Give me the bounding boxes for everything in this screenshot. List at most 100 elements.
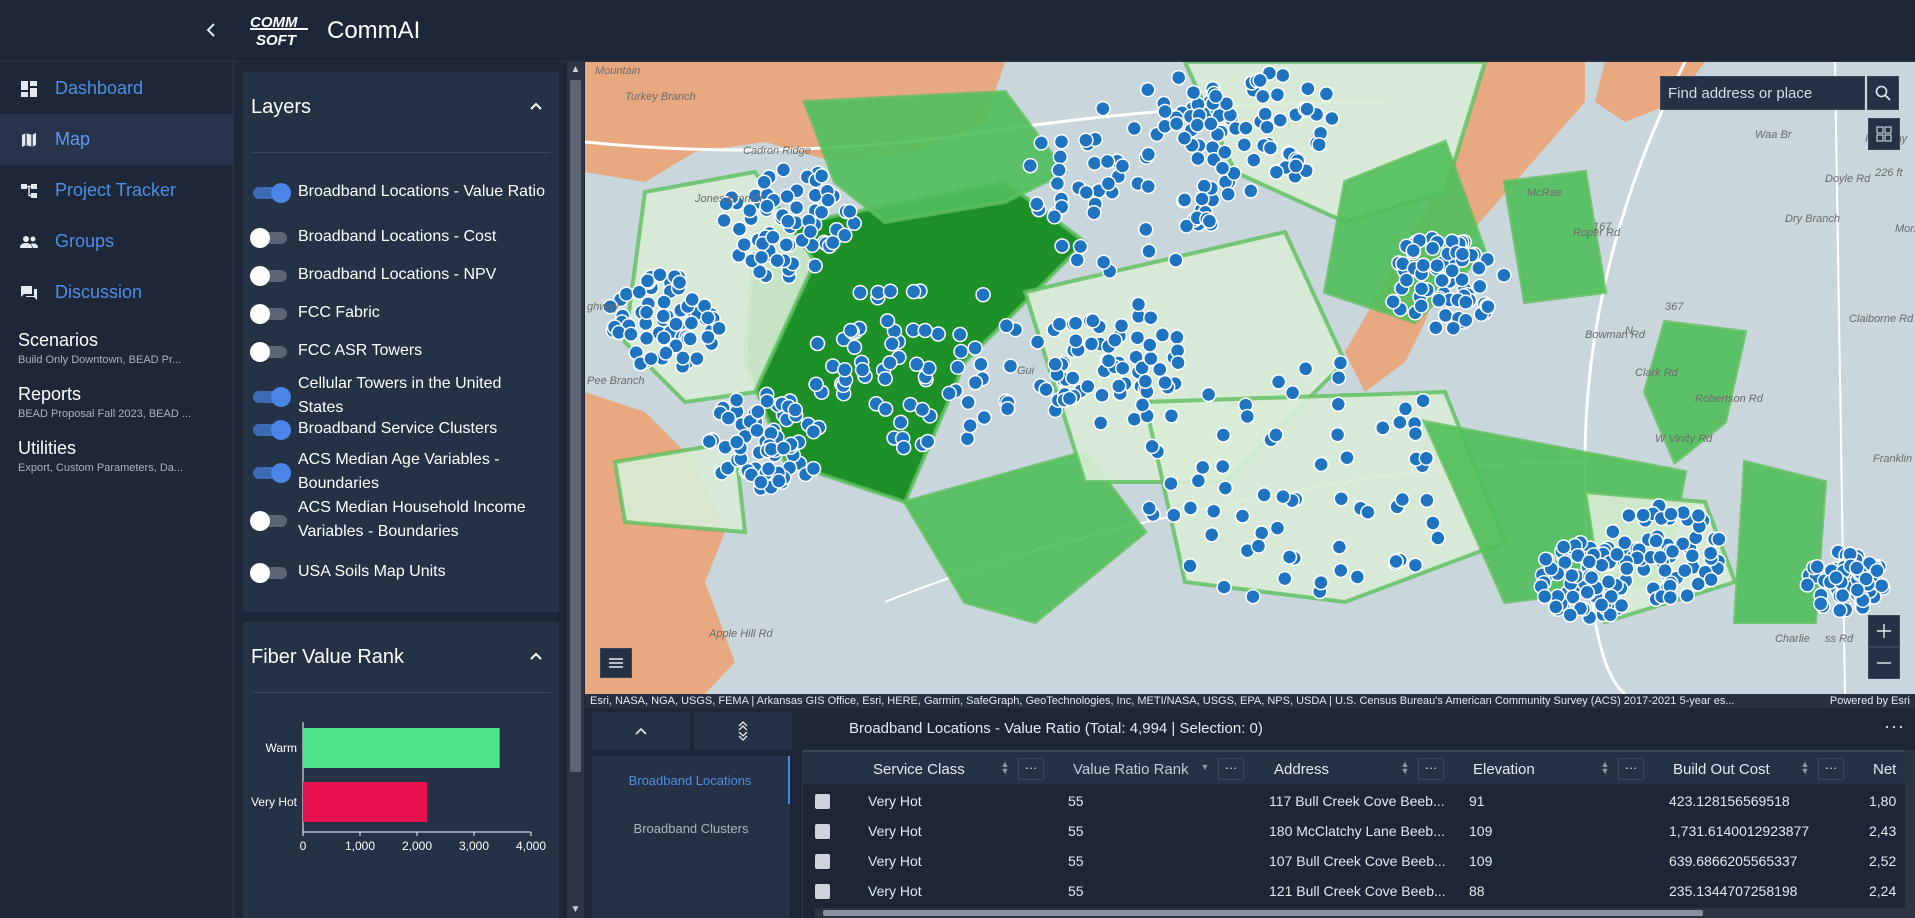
broadband-location-point[interactable]	[1163, 408, 1180, 424]
broadband-location-point[interactable]	[941, 385, 957, 402]
broadband-location-point[interactable]	[1281, 549, 1298, 565]
broadband-location-point[interactable]	[1392, 414, 1408, 431]
layer-toggle[interactable]	[251, 183, 291, 203]
broadband-location-point[interactable]	[1168, 252, 1184, 268]
broadband-location-point[interactable]	[1262, 140, 1279, 156]
zoom-in-button[interactable]	[1868, 615, 1900, 647]
broadband-location-point[interactable]	[1038, 381, 1054, 398]
broadband-location-point[interactable]	[1126, 120, 1143, 137]
broadband-location-point[interactable]	[1799, 577, 1816, 593]
map-view[interactable]: Mountain Turkey Branch Cadron Ridge Jones B…	[585, 62, 1915, 694]
broadband-location-point[interactable]	[930, 326, 946, 342]
broadband-location-point[interactable]	[1555, 539, 1572, 555]
broadband-location-point[interactable]	[1418, 450, 1435, 466]
broadband-location-point[interactable]	[825, 234, 841, 251]
broadband-location-point[interactable]	[884, 336, 900, 352]
broadband-location-point[interactable]	[1445, 320, 1462, 336]
broadband-location-point[interactable]	[1022, 157, 1039, 174]
broadband-location-point[interactable]	[976, 409, 992, 426]
broadband-location-point[interactable]	[1536, 588, 1553, 605]
broadband-location-point[interactable]	[1275, 488, 1291, 505]
broadband-location-point[interactable]	[1203, 116, 1219, 132]
broadband-location-point[interactable]	[618, 286, 635, 302]
broadband-location-point[interactable]	[1053, 133, 1070, 150]
broadband-location-point[interactable]	[1458, 294, 1474, 310]
broadband-location-point[interactable]	[1415, 392, 1431, 409]
broadband-location-point[interactable]	[1069, 252, 1085, 268]
broadband-location-point[interactable]	[1208, 88, 1224, 105]
broadband-location-point[interactable]	[1397, 401, 1414, 417]
nav-section-utilities[interactable]: Utilities Export, Custom Parameters, Da.…	[0, 426, 233, 480]
broadband-location-point[interactable]	[750, 403, 766, 420]
broadband-location-point[interactable]	[1679, 587, 1695, 604]
broadband-location-point[interactable]	[682, 331, 698, 347]
broadband-location-point[interactable]	[1126, 411, 1143, 427]
broadband-location-point[interactable]	[1086, 204, 1102, 221]
broadband-location-point[interactable]	[1333, 562, 1349, 579]
broadband-location-point[interactable]	[643, 350, 659, 367]
broadband-location-point[interactable]	[1268, 427, 1284, 443]
broadband-location-point[interactable]	[1214, 160, 1231, 176]
zoom-out-button[interactable]	[1868, 647, 1900, 679]
broadband-location-point[interactable]	[1268, 164, 1285, 180]
broadband-location-point[interactable]	[779, 188, 795, 205]
nav-item-discussion[interactable]: Discussion	[0, 267, 233, 318]
nav-item-groups[interactable]: Groups	[0, 216, 233, 267]
service-cluster[interactable]	[1732, 459, 1828, 624]
broadband-location-point[interactable]	[1144, 438, 1160, 455]
nav-section-scenarios[interactable]: Scenarios Build Only Downtown, BEAD Pr..…	[0, 318, 233, 372]
broadband-location-point[interactable]	[1329, 426, 1346, 443]
broadband-location-point[interactable]	[1419, 492, 1435, 509]
broadband-location-point[interactable]	[1190, 473, 1207, 489]
broadband-location-point[interactable]	[962, 417, 978, 434]
broadband-location-point[interactable]	[1095, 100, 1111, 117]
broadband-location-point[interactable]	[1832, 602, 1848, 619]
broadband-location-point[interactable]	[1243, 183, 1259, 199]
broadband-location-point[interactable]	[1330, 396, 1347, 413]
broadband-location-point[interactable]	[893, 414, 909, 431]
broadband-location-point[interactable]	[1215, 427, 1232, 443]
broadband-location-point[interactable]	[656, 294, 672, 310]
expand-table-button[interactable]	[592, 712, 690, 750]
layer-row-cellular-towers[interactable]: Cellular Towers in the United States	[251, 372, 551, 420]
broadband-location-point[interactable]	[1407, 557, 1424, 573]
layer-row-acs-age[interactable]: ACS Median Age Variables - Boundaries	[251, 448, 551, 496]
broadband-location-point[interactable]	[765, 229, 781, 246]
broadband-location-point[interactable]	[999, 400, 1016, 417]
column-menu-button[interactable]: ···	[1218, 758, 1244, 780]
layer-row-acs-income[interactable]: ACS Median Household Income Variables - …	[250, 496, 551, 544]
broadband-location-point[interactable]	[1272, 112, 1288, 128]
broadband-location-point[interactable]	[1690, 507, 1707, 524]
broadband-location-point[interactable]	[1270, 374, 1287, 390]
broadband-location-point[interactable]	[1142, 309, 1159, 326]
broadband-location-point[interactable]	[1849, 582, 1866, 598]
broadband-location-point[interactable]	[771, 473, 787, 489]
broadband-location-point[interactable]	[1425, 515, 1441, 531]
broadband-location-point[interactable]	[639, 273, 656, 289]
search-button[interactable]	[1867, 76, 1899, 110]
broadband-location-point[interactable]	[975, 286, 991, 303]
broadband-location-point[interactable]	[728, 392, 745, 408]
broadband-location-point[interactable]	[701, 433, 718, 450]
broadband-location-point[interactable]	[1114, 360, 1131, 376]
nav-item-map[interactable]: Map	[0, 114, 233, 165]
broadband-location-point[interactable]	[1217, 144, 1233, 161]
broadband-location-point[interactable]	[1313, 574, 1329, 591]
broadband-location-point[interactable]	[843, 322, 859, 339]
broadband-location-point[interactable]	[1065, 370, 1081, 386]
broadband-location-point[interactable]	[1049, 175, 1066, 192]
sort-icon[interactable]: ▲ ▼	[1599, 760, 1611, 777]
broadband-location-point[interactable]	[1250, 538, 1267, 554]
nav-section-reports[interactable]: Reports BEAD Proposal Fall 2023, BEAD ..…	[0, 372, 233, 426]
broadband-location-point[interactable]	[775, 162, 792, 178]
broadband-location-point[interactable]	[1333, 490, 1350, 507]
broadband-location-point[interactable]	[775, 440, 792, 456]
broadband-location-point[interactable]	[1094, 387, 1110, 403]
broadband-location-point[interactable]	[882, 355, 898, 371]
broadband-location-point[interactable]	[1619, 560, 1635, 577]
table-vertical-scrollbar[interactable]	[1905, 750, 1915, 918]
broadband-location-point[interactable]	[1480, 298, 1496, 315]
powered-by-esri[interactable]: Powered by Esri	[1823, 694, 1910, 708]
broadband-location-point[interactable]	[1635, 507, 1651, 523]
broadband-location-point[interactable]	[668, 316, 684, 332]
